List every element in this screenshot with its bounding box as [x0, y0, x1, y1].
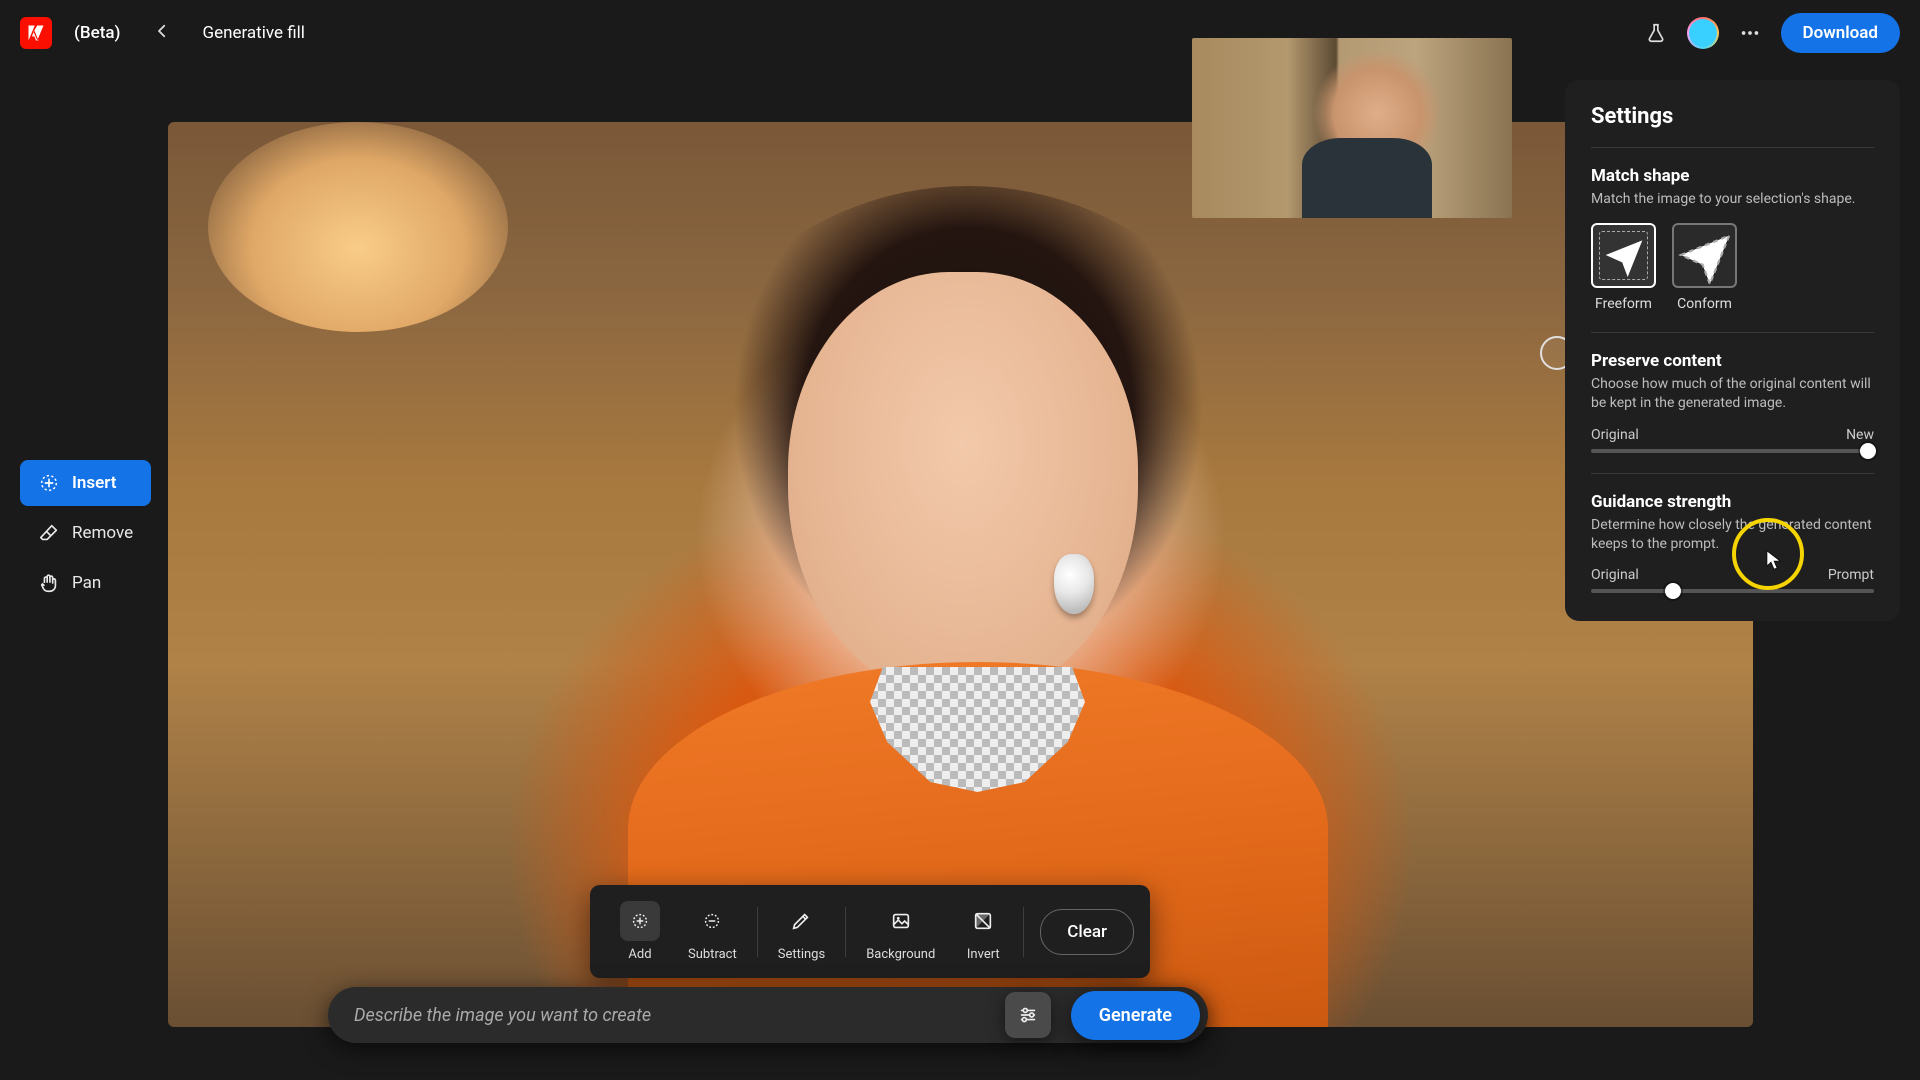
photo-face — [788, 272, 1138, 702]
sel-invert-label: Invert — [967, 947, 1000, 962]
guidance-subtitle: Determine how closely the generated cont… — [1591, 516, 1874, 554]
hand-icon — [38, 572, 60, 594]
adobe-logo-icon — [26, 23, 46, 43]
tool-insert-label: Insert — [72, 473, 117, 493]
back-button[interactable] — [143, 15, 181, 52]
sel-subtract-button[interactable]: Subtract — [674, 897, 751, 966]
tool-remove-label: Remove — [72, 523, 133, 543]
settings-divider — [1591, 147, 1874, 148]
match-shape-options: Freeform Conform — [1591, 223, 1874, 312]
sel-add-button[interactable]: Add — [606, 897, 674, 966]
tool-pan-label: Pan — [72, 573, 101, 593]
more-icon[interactable] — [1739, 22, 1761, 44]
shape-freeform[interactable]: Freeform — [1591, 223, 1656, 312]
guidance-right-label: Prompt — [1828, 567, 1874, 583]
tool-insert[interactable]: Insert — [20, 460, 151, 506]
preserve-left-label: Original — [1591, 427, 1639, 443]
clear-button[interactable]: Clear — [1040, 909, 1134, 955]
guidance-slider-labels: Original Prompt — [1591, 567, 1874, 583]
insert-icon — [38, 472, 60, 494]
top-bar-right: Download — [1645, 13, 1900, 53]
toolbar-divider — [757, 907, 758, 957]
webcam-overlay — [1192, 38, 1512, 218]
toolbar-divider — [1023, 907, 1024, 957]
photo-lamp — [208, 122, 508, 332]
sel-background-label: Background — [866, 947, 935, 962]
chevron-left-icon — [153, 22, 171, 40]
tool-pan[interactable]: Pan — [20, 560, 151, 606]
sel-background-button[interactable]: Background — [852, 897, 949, 966]
subtract-selection-icon — [701, 910, 723, 932]
download-button[interactable]: Download — [1781, 13, 1900, 53]
settings-title: Settings — [1591, 104, 1874, 129]
photo-earring — [1054, 554, 1094, 614]
guidance-slider-thumb[interactable] — [1665, 583, 1681, 599]
sel-settings-label: Settings — [778, 947, 825, 962]
tool-remove[interactable]: Remove — [20, 510, 151, 556]
preserve-slider[interactable] — [1591, 449, 1874, 453]
settings-panel: Settings Match shape Match the image to … — [1565, 80, 1900, 621]
shape-conform-label: Conform — [1677, 296, 1732, 312]
brush-settings-icon — [790, 910, 812, 932]
invert-icon — [972, 910, 994, 932]
left-toolbar: Insert Remove Pan — [20, 460, 151, 606]
sel-add-label: Add — [628, 947, 651, 962]
adobe-logo[interactable] — [20, 17, 52, 49]
shape-conform[interactable]: Conform — [1672, 223, 1737, 312]
match-shape-title: Match shape — [1591, 166, 1874, 186]
sliders-icon — [1017, 1004, 1039, 1026]
generate-button[interactable]: Generate — [1071, 991, 1200, 1040]
shape-freeform-label: Freeform — [1595, 296, 1652, 312]
guidance-title: Guidance strength — [1591, 492, 1874, 512]
sel-settings-button[interactable]: Settings — [764, 897, 839, 966]
preserve-title: Preserve content — [1591, 351, 1874, 371]
preserve-subtitle: Choose how much of the original content … — [1591, 375, 1874, 413]
eraser-icon — [38, 522, 60, 544]
guidance-slider[interactable] — [1591, 589, 1874, 593]
guidance-left-label: Original — [1591, 567, 1639, 583]
top-bar: (Beta) Generative fill Download — [0, 0, 1920, 66]
settings-divider — [1591, 473, 1874, 474]
toolbar-divider — [845, 907, 846, 957]
prompt-settings-button[interactable] — [1005, 992, 1051, 1038]
preserve-right-label: New — [1846, 427, 1874, 443]
preserve-slider-labels: Original New — [1591, 427, 1874, 443]
add-selection-icon — [629, 910, 651, 932]
webcam-person — [1302, 138, 1432, 218]
preserve-slider-thumb[interactable] — [1860, 443, 1876, 459]
prompt-input-wrap: Generate — [328, 987, 1208, 1043]
beta-label: (Beta) — [74, 23, 121, 43]
flask-icon[interactable] — [1645, 22, 1667, 44]
sel-invert-button[interactable]: Invert — [949, 897, 1017, 966]
page-title: Generative fill — [203, 23, 305, 43]
sel-subtract-label: Subtract — [688, 947, 737, 962]
user-avatar[interactable] — [1687, 17, 1719, 49]
match-shape-subtitle: Match the image to your selection's shap… — [1591, 190, 1874, 209]
prompt-bar: Generate — [328, 985, 1208, 1045]
background-icon — [890, 910, 912, 932]
top-bar-left: (Beta) Generative fill — [20, 15, 305, 52]
settings-divider — [1591, 332, 1874, 333]
selection-toolbar: Add Subtract Settings Background Invert … — [590, 885, 1150, 978]
airplane-dashed-icon — [1676, 226, 1734, 284]
